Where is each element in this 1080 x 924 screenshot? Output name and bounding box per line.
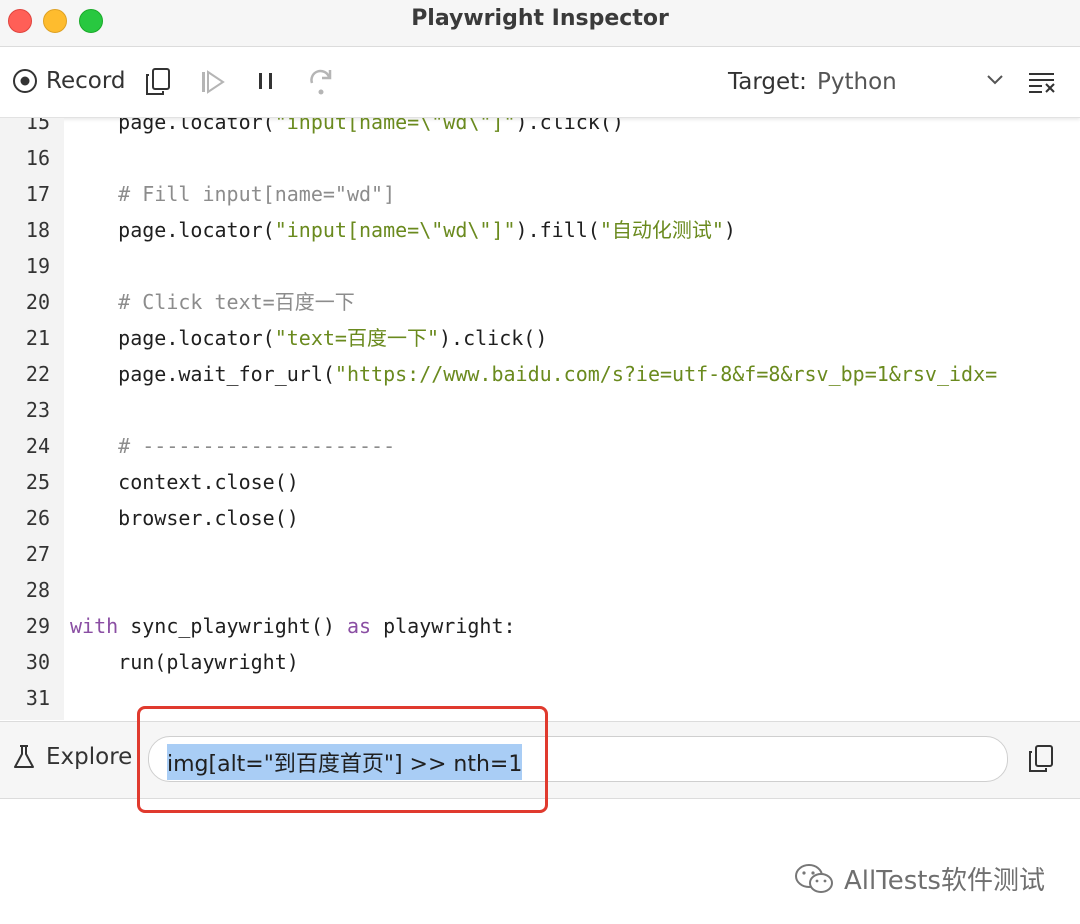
toolbar: Record Target: Python	[0, 47, 1080, 118]
line-number: 25	[25, 470, 50, 494]
copy-icon	[1029, 745, 1053, 772]
line-number: 19	[25, 254, 50, 278]
line-number: 17	[25, 182, 50, 206]
record-icon	[13, 69, 37, 93]
clear-icon	[1029, 73, 1055, 93]
step-over-icon	[310, 69, 332, 95]
line-code: with sync_playwright() as playwright:	[70, 614, 516, 638]
watermark: AllTests软件测试	[794, 860, 1045, 897]
resume-button[interactable]	[200, 69, 226, 95]
code-line: 30 run(playwright)	[0, 644, 1080, 680]
line-code: # Click text=百度一下	[70, 290, 355, 314]
line-number: 15	[25, 118, 50, 134]
code-line: 27	[0, 536, 1080, 572]
line-number: 16	[25, 146, 50, 170]
line-code: page.locator("text=百度一下").click()	[70, 326, 548, 350]
code-line: 16	[0, 140, 1080, 176]
target-language-select[interactable]: Python	[817, 69, 897, 95]
line-number: 18	[25, 218, 50, 242]
pause-icon	[259, 73, 272, 89]
clear-button[interactable]	[1028, 71, 1056, 93]
code-line: 29 with sync_playwright() as playwright:	[0, 608, 1080, 644]
watermark-text: AllTests软件测试	[844, 866, 1045, 896]
code-line: 26 browser.close()	[0, 500, 1080, 536]
window-title: Playwright Inspector	[411, 6, 669, 31]
line-code: # ---------------------	[70, 434, 396, 458]
pause-button[interactable]	[256, 69, 276, 93]
line-number: 20	[25, 290, 50, 314]
line-number: 26	[25, 506, 50, 530]
code-line: 23	[0, 392, 1080, 428]
explore-label: Explore	[46, 744, 133, 770]
line-code: # Fill input[name="wd"]	[70, 182, 396, 206]
code-line: 28	[0, 572, 1080, 608]
code-line: 20 # Click text=百度一下	[0, 284, 1080, 320]
target-dropdown[interactable]	[985, 73, 1005, 87]
line-number: 28	[25, 578, 50, 602]
line-number: 31	[25, 686, 50, 710]
code-line: 22 page.wait_for_url("https://www.baidu.…	[0, 356, 1080, 392]
flask-icon	[14, 745, 34, 768]
line-code: page.locator("input[name=\"wd\"]").fill(…	[70, 218, 736, 242]
line-number: 21	[25, 326, 50, 350]
code-line: 24 # ---------------------	[0, 428, 1080, 464]
line-number: 30	[25, 650, 50, 674]
title-bar: Playwright Inspector	[0, 0, 1080, 47]
line-number: 22	[25, 362, 50, 386]
line-code: run(playwright)	[70, 650, 299, 674]
line-number: 27	[25, 542, 50, 566]
target-label: Target:	[728, 69, 807, 95]
chevron-down-icon	[987, 75, 1003, 85]
code-line: 25 context.close()	[0, 464, 1080, 500]
annotation-highlight-box	[137, 706, 548, 813]
line-number: 24	[25, 434, 50, 458]
copy-code-button[interactable]	[144, 67, 172, 97]
code-line: 18 page.locator("input[name=\"wd\"]").fi…	[0, 212, 1080, 248]
line-code: context.close()	[70, 470, 299, 494]
line-code: page.wait_for_url("https://www.baidu.com…	[70, 362, 998, 386]
step-over-button[interactable]	[308, 67, 336, 97]
code-line: 15 page.locator("input[name=\"wd\"]").cl…	[0, 118, 1080, 140]
line-number: 29	[25, 614, 50, 638]
record-button[interactable]: Record	[12, 68, 125, 94]
copy-icon	[146, 68, 170, 95]
line-number: 23	[25, 398, 50, 422]
wechat-icon	[795, 863, 833, 893]
code-line: 19	[0, 248, 1080, 284]
line-code: browser.close()	[70, 506, 299, 530]
code-editor[interactable]: 15 page.locator("input[name=\"wd\"]").cl…	[0, 118, 1080, 720]
record-label: Record	[46, 68, 126, 94]
line-code: page.locator("input[name=\"wd\"]").click…	[70, 118, 624, 134]
resume-icon	[202, 70, 225, 94]
copy-selector-button[interactable]	[1027, 744, 1055, 778]
code-line: 21 page.locator("text=百度一下").click()	[0, 320, 1080, 356]
code-line: 17 # Fill input[name="wd"]	[0, 176, 1080, 212]
explore-button[interactable]: Explore	[12, 744, 132, 770]
